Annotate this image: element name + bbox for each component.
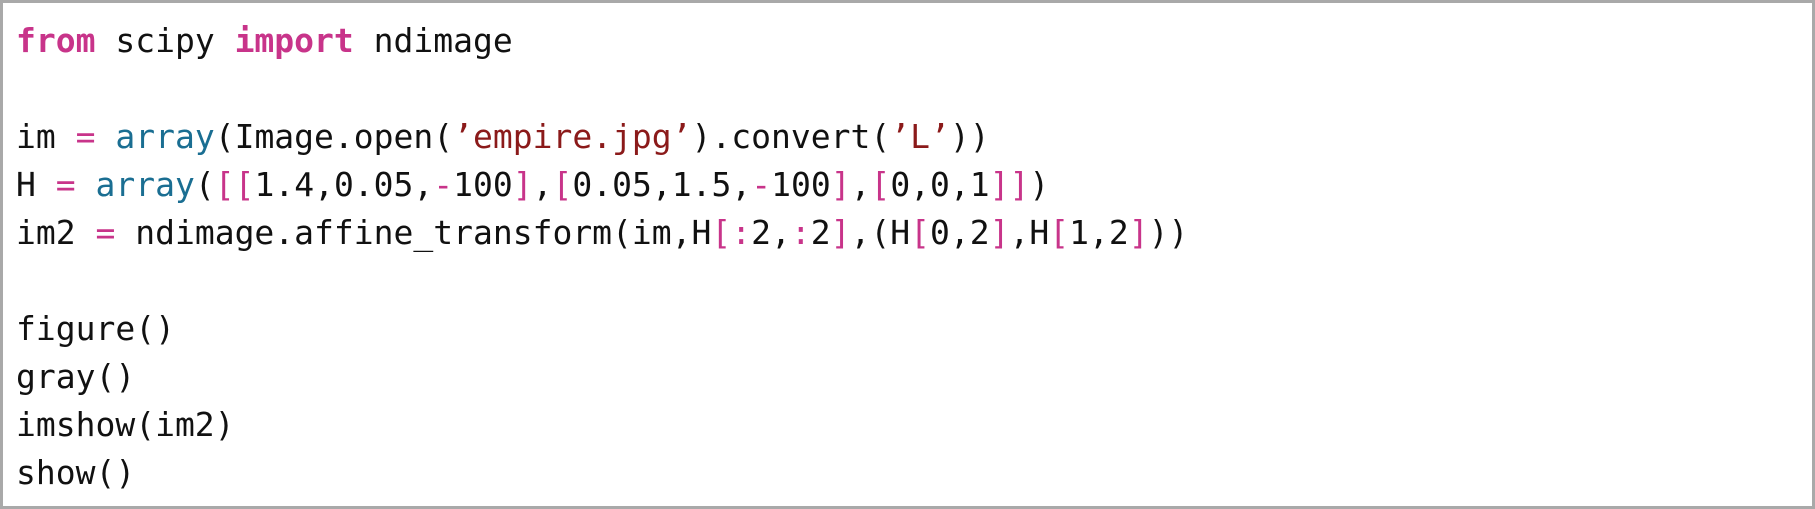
code-token: 2 (810, 213, 831, 252)
code-line: from scipy import ndimage (16, 17, 1188, 65)
code-token: = (75, 117, 96, 156)
code-token: , (850, 165, 871, 204)
code-token: ,(H (850, 213, 911, 252)
code-line: im = array(Image.open(’empire.jpg’).conv… (16, 113, 1188, 161)
code-token: ’empire.jpg’ (453, 117, 692, 156)
code-token: show() (16, 453, 136, 492)
code-token: from (16, 21, 96, 60)
code-token: 1,2 (1069, 213, 1129, 252)
code-token: im2 (16, 213, 96, 252)
code-token: array (115, 117, 215, 156)
code-token: ] (830, 213, 851, 252)
code-line: im2 = ndimage.affine_transform(im,H[:2,:… (16, 209, 1188, 257)
code-line: figure() (16, 305, 1188, 353)
code-token: 100 (453, 165, 513, 204)
code-token: ,H (1009, 213, 1050, 252)
code-token: ] (1128, 213, 1149, 252)
code-token: ] (830, 165, 851, 204)
code-token: - (751, 165, 772, 204)
code-token: ] (989, 213, 1010, 252)
code-token: H (16, 165, 56, 204)
code-token: : (790, 213, 811, 252)
code-token: im (16, 117, 76, 156)
code-token: = (95, 213, 116, 252)
code-token: ]] (989, 165, 1030, 204)
code-line: show() (16, 449, 1188, 497)
code-line: H = array([[1.4,0.05,-100],[0.05,1.5,-10… (16, 161, 1188, 209)
code-block: from scipy import ndimage im = array(Imag… (16, 17, 1188, 497)
code-token: ndimage (353, 21, 513, 60)
code-listing-frame: from scipy import ndimage im = array(Imag… (0, 0, 1815, 509)
code-token: 0,0,1 (890, 165, 990, 204)
code-token: 0.05,1.5, (572, 165, 752, 204)
code-token: ] (512, 165, 533, 204)
code-token: [: (711, 213, 752, 252)
code-token: 2, (751, 213, 791, 252)
code-token: ).convert( (691, 117, 891, 156)
code-line: gray() (16, 353, 1188, 401)
code-token: figure() (16, 309, 175, 348)
code-token: , (532, 165, 553, 204)
code-line: imshow(im2) (16, 401, 1188, 449)
code-token: ( (194, 165, 215, 204)
code-token: 1.4,0.05, (254, 165, 434, 204)
code-token: ’L’ (890, 117, 950, 156)
code-token: scipy (95, 21, 235, 60)
code-token: )) (949, 117, 990, 156)
code-token: - (433, 165, 454, 204)
code-token: [ (910, 213, 930, 252)
code-token: imshow(im2) (16, 405, 235, 444)
code-token: [ (870, 165, 891, 204)
code-token: ndimage.affine_transform(im,H (115, 213, 712, 252)
code-token: ) (1029, 165, 1050, 204)
code-token: )) (1148, 213, 1189, 252)
code-token: [[ (214, 165, 255, 204)
code-token: [ (552, 165, 573, 204)
code-token: = (55, 165, 76, 204)
code-token: 0,2 (930, 213, 990, 252)
code-token: gray() (16, 357, 136, 396)
code-token: (Image.open( (214, 117, 454, 156)
code-token: 100 (771, 165, 831, 204)
code-token: array (95, 165, 195, 204)
code-token: import (234, 21, 354, 60)
code-token: [ (1049, 213, 1070, 252)
